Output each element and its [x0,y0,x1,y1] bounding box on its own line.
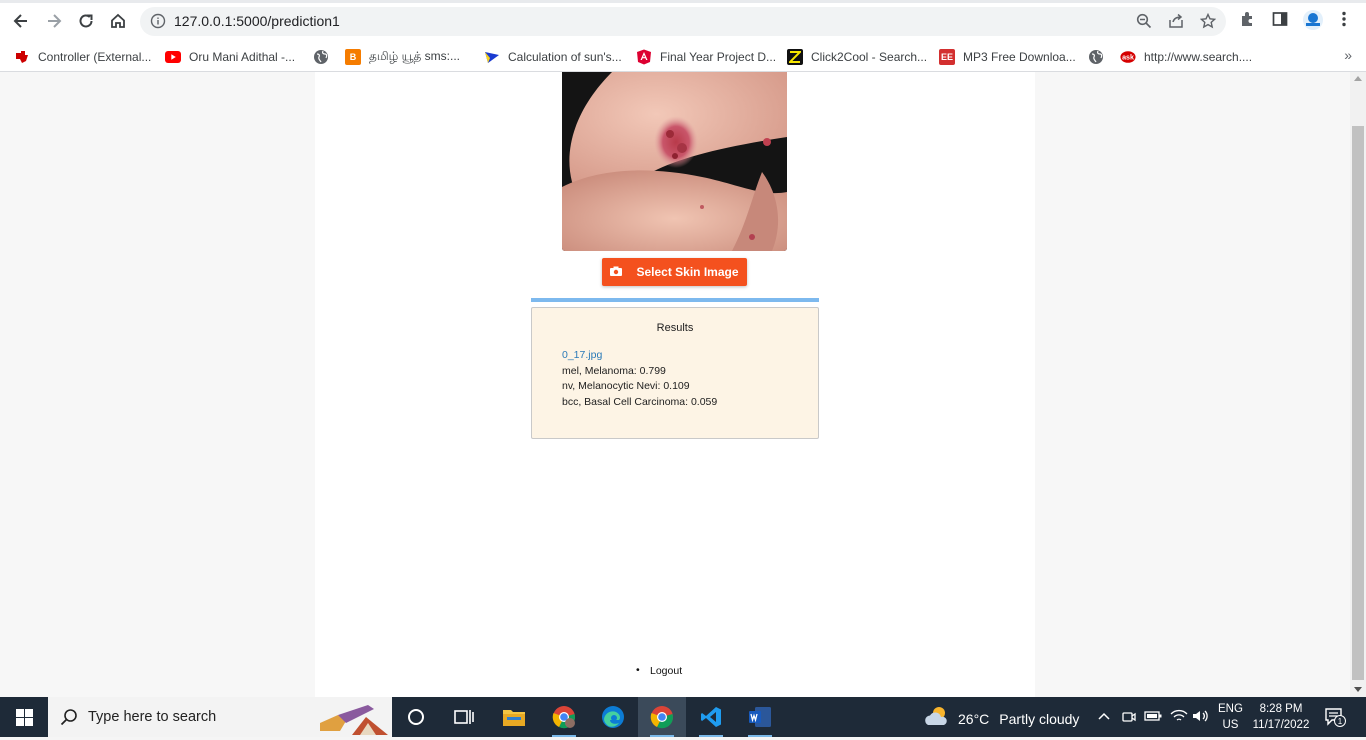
wifi-icon[interactable] [1170,709,1188,726]
browser-toolbar: 127.0.0.1:5000/prediction1 [0,0,1366,42]
bookmark-item[interactable]: ask http://www.search.... [1120,46,1252,68]
cortana-icon[interactable] [392,697,440,737]
blogger-icon: B [345,49,361,65]
word-icon[interactable] [736,697,784,737]
camera-icon [610,265,623,279]
show-hidden-icons-icon[interactable] [1097,709,1111,726]
logout-link[interactable]: Logout [636,664,682,677]
bookmark-item[interactable]: Controller (External... [14,46,151,68]
bookmark-label: Controller (External... [38,50,152,64]
page-viewport: Select Skin Image Results 0_17.jpg mel, … [0,72,1350,697]
bookmark-label: Final Year Project D... [660,50,777,64]
main-content: Select Skin Image Results 0_17.jpg mel, … [315,72,1035,697]
extensions-icon[interactable] [1239,10,1257,33]
scrollbar-thumb[interactable] [1352,126,1364,680]
ask-icon: ask [1120,49,1136,65]
skin-lesion-image [562,72,787,251]
weather-temperature: 26°C [958,710,990,727]
globe-icon [313,49,329,65]
zoom-icon[interactable] [1136,13,1152,34]
taskbar-search-box[interactable]: Type here to search [48,697,392,737]
bookmark-item[interactable] [313,46,337,68]
volume-icon[interactable] [1192,709,1210,726]
bookmarks-overflow-icon[interactable]: » [1344,47,1352,63]
bookmark-label: MP3 Free Downloa... [963,50,1076,64]
home-icon[interactable] [106,9,130,33]
vscode-icon[interactable] [687,697,735,737]
partly-cloudy-icon [924,705,950,732]
chrome-active-icon[interactable] [638,697,686,737]
notification-count: 1 [1338,717,1343,726]
browser-menu-icon[interactable] [1336,10,1352,33]
youtube-icon [165,49,181,65]
scroll-up-icon[interactable] [1354,76,1362,81]
result-file-name: 0_17.jpg [562,349,603,361]
result-line: mel, Melanoma: 0.799 [562,365,666,377]
upload-progress-bar [531,298,819,302]
result-line: nv, Melanocytic Nevi: 0.109 [562,380,690,392]
bookmark-label: Click2Cool - Search... [811,50,928,64]
bookmark-item[interactable]: EE MP3 Free Downloa... [939,46,1076,68]
address-bar[interactable]: 127.0.0.1:5000/prediction1 [140,7,1226,36]
weather-condition: Partly cloudy [999,710,1080,727]
bookmark-flag-icon [484,49,500,65]
select-button-label: Select Skin Image [636,265,739,279]
side-panel-icon[interactable] [1271,10,1289,33]
scroll-down-icon[interactable] [1354,687,1362,692]
edge-icon[interactable] [589,697,637,737]
input-language[interactable]: ENG US [1218,701,1243,733]
bookmark-item[interactable]: Oru Mani Adithal -... [165,46,295,68]
bookmark-label: தமிழ் யூத் sms:... [369,49,460,63]
url-text: 127.0.0.1:5000/prediction1 [174,13,340,29]
svg-text:ask: ask [1122,54,1134,62]
angular-icon [636,49,652,65]
bookmark-label: Calculation of sun's... [508,50,622,64]
tab-strip-edge [0,0,1366,3]
bookmark-label: Oru Mani Adithal -... [189,50,296,64]
click2cool-icon [787,49,803,65]
bookmark-item[interactable]: Final Year Project D... [636,46,776,68]
file-explorer-icon[interactable] [490,697,538,737]
site-info-icon[interactable] [150,13,166,34]
clock-time: 8:28 PM [1259,703,1303,715]
search-icon [60,708,78,731]
bookmarks-bar: Controller (External... Oru Mani Adithal… [0,42,1366,72]
result-line: bcc, Basal Cell Carcinoma: 0.059 [562,396,718,408]
battery-icon[interactable] [1144,709,1162,726]
globe-icon [1088,49,1104,65]
windows-start-icon[interactable] [16,709,33,731]
meet-now-icon[interactable] [1121,709,1137,728]
results-title: Results [656,322,694,334]
bookmark-label: http://www.search.... [1144,50,1253,64]
windows-taskbar: Type here to search 26°C Partly cloudy E… [0,697,1366,737]
forward-icon[interactable] [42,9,66,33]
profile-avatar[interactable] [1302,9,1324,36]
taskbar-clock[interactable]: 8:28 PM 11/17/2022 [1250,701,1312,733]
share-icon[interactable] [1168,13,1184,34]
weather-widget[interactable]: 26°C Partly cloudy [924,705,1079,732]
mp3-icon: EE [939,49,955,65]
page-scrollbar[interactable] [1350,72,1366,697]
bookmark-item[interactable]: Calculation of sun's... [484,46,622,68]
language-code: ENG [1218,703,1243,715]
reload-icon[interactable] [74,9,98,33]
clock-date: 11/17/2022 [1252,719,1310,731]
search-highlight-icon [316,701,388,740]
bookmark-item[interactable] [1088,46,1112,68]
bookmark-star-icon[interactable] [1199,12,1217,34]
select-skin-image-button[interactable]: Select Skin Image [602,258,747,286]
search-placeholder: Type here to search [88,709,217,725]
chrome-profile-icon[interactable] [540,697,588,737]
notification-center-icon[interactable]: 1 [1324,707,1346,732]
results-panel: Results 0_17.jpg mel, Melanoma: 0.799 nv… [531,307,819,439]
keyboard-layout: US [1222,719,1239,731]
ti-logo-icon [14,49,30,65]
bookmark-item[interactable]: B தமிழ் யூத் sms:... [345,46,460,68]
bookmark-item[interactable]: Click2Cool - Search... [787,46,927,68]
back-icon[interactable] [9,9,33,33]
task-view-icon[interactable] [440,697,488,737]
